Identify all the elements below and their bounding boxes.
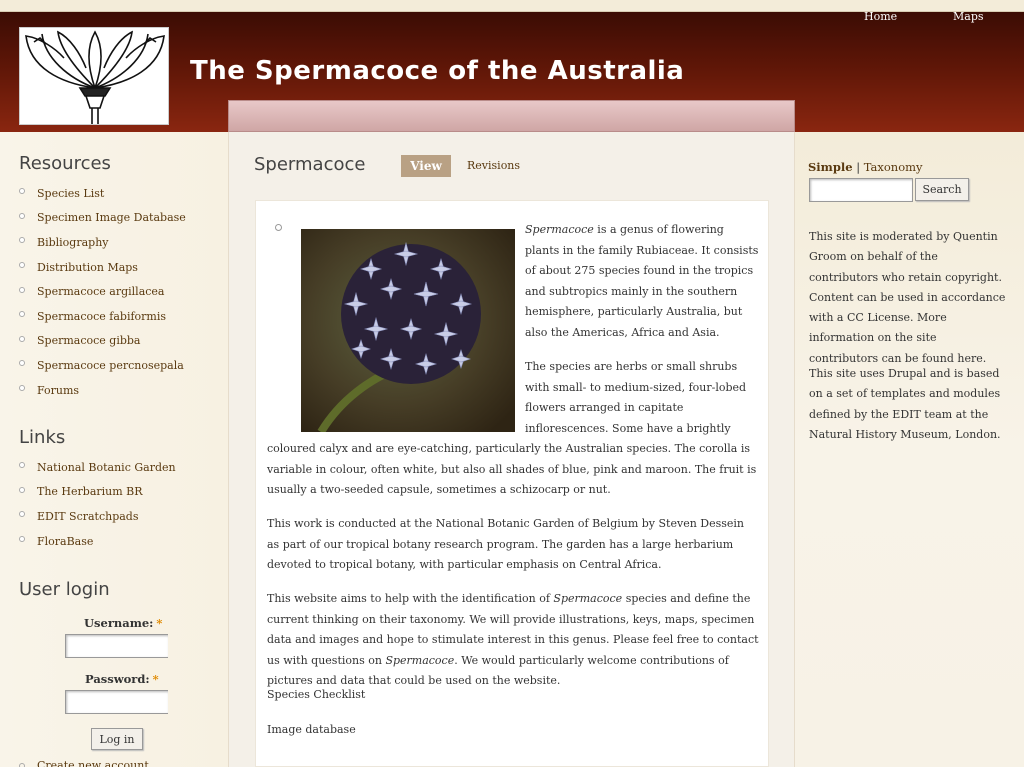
list-item: Species List <box>19 181 186 206</box>
list-item: Spermacoce percnosepala <box>19 353 186 378</box>
list-item: The Herbarium BR <box>19 480 176 505</box>
drupal-text: This site uses Drupal and is based on a … <box>809 367 1001 441</box>
caret-down-icon <box>962 0 975 7</box>
username-label-text: Username: <box>84 616 154 630</box>
research-paragraph: This work is conducted at the National B… <box>267 517 745 571</box>
bullet-icon <box>19 335 25 342</box>
list-item: EDIT Scratchpads <box>19 504 176 529</box>
links-list: National Botanic Garden The Herbarium BR… <box>19 455 176 553</box>
bullet-icon <box>19 360 25 367</box>
bullet-icon <box>19 286 25 293</box>
float-spacer <box>267 357 525 437</box>
intro-paragraph: Spermacoce is a genus of flowering plant… <box>525 220 759 343</box>
bullet-icon <box>19 762 25 767</box>
resource-link-argillacea[interactable]: Spermacoce argillacea <box>37 285 164 298</box>
search-tab-separator: | <box>856 160 861 174</box>
resources-list: Species List Specimen Image Database Bib… <box>19 181 186 402</box>
bullet-icon <box>19 212 25 219</box>
species-checklist-link[interactable]: Species Checklist <box>267 685 365 706</box>
tab-revisions[interactable]: Revisions <box>467 159 520 172</box>
search-tabs: Simple | Taxonomy <box>808 160 923 174</box>
username-field[interactable] <box>65 634 168 658</box>
password-label: Password: * <box>85 672 159 686</box>
page-title: Spermacoce <box>254 154 366 175</box>
moderation-text: This site is moderated by Quentin Groom … <box>809 230 1006 365</box>
genus-name: Spermacoce <box>385 653 455 667</box>
genus-name: Spermacoce <box>553 592 623 605</box>
resource-link-gibba[interactable]: Spermacoce gibba <box>37 334 141 347</box>
list-item: Spermacoce argillacea <box>19 279 186 304</box>
resource-link-fabiformis[interactable]: Spermacoce fabiformis <box>37 310 166 323</box>
image-database-link[interactable]: Image database <box>267 720 356 741</box>
create-account-item: Create new account <box>19 759 149 767</box>
bullet-icon <box>19 462 25 469</box>
nav-maps-label: Maps <box>953 10 984 23</box>
link-herbarium-br[interactable]: The Herbarium BR <box>37 485 143 498</box>
main-header-strip <box>228 100 795 132</box>
list-item: Forums <box>19 378 186 403</box>
bullet-icon <box>19 262 25 269</box>
aims-paragraph: This website aims to help with the ident… <box>267 589 759 692</box>
bullet-icon <box>275 224 282 231</box>
search-tab-simple[interactable]: Simple <box>808 160 853 174</box>
user-login-title: User login <box>19 579 110 600</box>
create-account-link[interactable]: Create new account <box>37 759 149 767</box>
list-item: National Botanic Garden <box>19 455 176 480</box>
top-navigation: Home Maps <box>824 0 1024 30</box>
username-label: Username: * <box>84 616 162 630</box>
link-edit-scratchpads[interactable]: EDIT Scratchpads <box>37 510 139 523</box>
intro-text: is a genus of flowering plants in the fa… <box>525 223 759 339</box>
required-mark: * <box>152 672 159 686</box>
password-field[interactable] <box>65 690 168 714</box>
resource-link-bibliography[interactable]: Bibliography <box>37 236 109 249</box>
links-title: Links <box>19 427 66 448</box>
bullet-icon <box>19 511 25 518</box>
site-logo[interactable] <box>19 27 169 125</box>
tab-view[interactable]: View <box>401 155 451 177</box>
password-label-text: Password: <box>85 672 150 686</box>
flower-logo-icon <box>25 30 165 124</box>
search-tab-taxonomy[interactable]: Taxonomy <box>864 160 923 174</box>
bullet-icon <box>19 311 25 318</box>
link-national-botanic-garden[interactable]: National Botanic Garden <box>37 461 176 474</box>
search-button[interactable]: Search <box>915 178 969 201</box>
login-button[interactable]: Log in <box>91 728 143 750</box>
link-florabase[interactable]: FloraBase <box>37 535 93 548</box>
nav-maps[interactable]: Maps <box>953 0 984 23</box>
bullet-icon <box>19 486 25 493</box>
resource-link-specimen-image-database[interactable]: Specimen Image Database <box>37 211 186 224</box>
caret-down-icon <box>874 0 887 7</box>
list-item: Specimen Image Database <box>19 206 186 231</box>
list-item: Bibliography <box>19 230 186 255</box>
genus-name: Spermacoce <box>525 223 594 236</box>
list-item: FloraBase <box>19 529 176 554</box>
search-input[interactable] <box>809 178 913 202</box>
resource-link-species-list[interactable]: Species List <box>37 187 104 200</box>
bullet-icon <box>19 385 25 392</box>
aims-text-a: This website aims to help with the ident… <box>267 592 550 605</box>
bullet-icon <box>19 536 25 543</box>
resource-link-forums[interactable]: Forums <box>37 384 79 397</box>
list-item: Distribution Maps <box>19 255 186 280</box>
site-title[interactable]: The Spermacoce of the Australia <box>190 56 684 86</box>
nav-home[interactable]: Home <box>864 0 897 23</box>
list-item: Spermacoce gibba <box>19 329 186 354</box>
resources-title: Resources <box>19 153 111 174</box>
list-item: Spermacoce fabiformis <box>19 304 186 329</box>
description-paragraph: The species are herbs or small shrubs wi… <box>267 357 759 501</box>
resource-link-percnosepala[interactable]: Spermacoce percnosepala <box>37 359 184 372</box>
required-mark: * <box>156 616 163 630</box>
bullet-icon <box>19 188 25 195</box>
bullet-icon <box>19 237 25 244</box>
resource-link-distribution-maps[interactable]: Distribution Maps <box>37 261 138 274</box>
nav-home-label: Home <box>864 10 898 23</box>
